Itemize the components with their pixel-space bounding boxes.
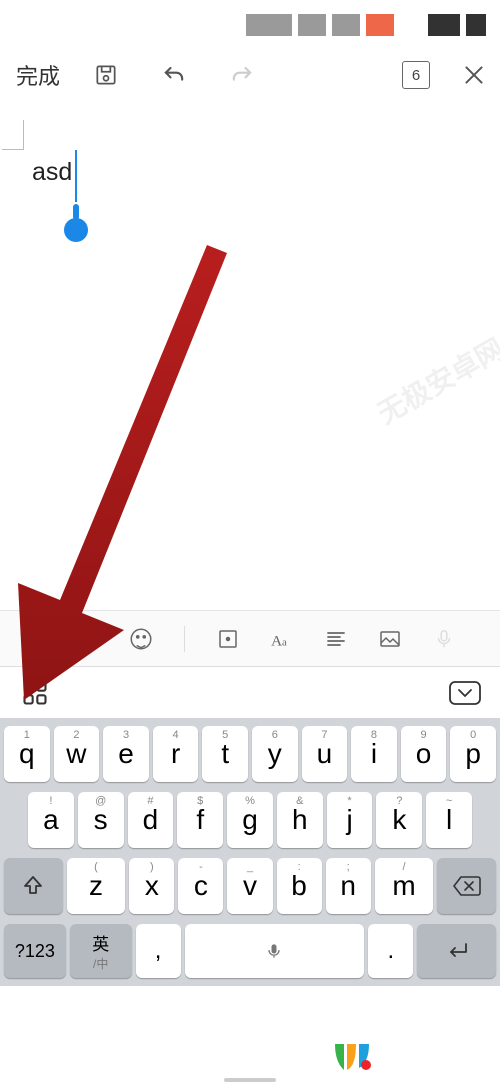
- key-h[interactable]: &h: [277, 792, 323, 848]
- key-f[interactable]: $f: [177, 792, 223, 848]
- key-u[interactable]: 7u: [302, 726, 348, 782]
- handle-bar: [224, 1078, 276, 1082]
- status-block: [428, 14, 460, 36]
- redo-icon[interactable]: [226, 59, 258, 91]
- keyboard-mode-icon[interactable]: [72, 624, 102, 654]
- page-corner-icon: [2, 120, 24, 150]
- lang-primary-label: 英: [92, 930, 109, 955]
- format-toolbar: Aa: [0, 610, 500, 666]
- apps-grid-icon[interactable]: [18, 624, 48, 654]
- keyboard-row-bottom: ?123 英/中 , .: [4, 924, 496, 980]
- key-w[interactable]: 2w: [54, 726, 100, 782]
- text-style-icon[interactable]: Aa: [267, 624, 297, 654]
- save-icon[interactable]: [90, 59, 122, 91]
- key-p[interactable]: 0p: [450, 726, 496, 782]
- brand-url: wjhotelgroup.com: [381, 1063, 486, 1075]
- editor-top-toolbar: 完成 6: [0, 50, 500, 100]
- fullscreen-icon[interactable]: [213, 624, 243, 654]
- status-block: [246, 14, 292, 36]
- key-d[interactable]: #d: [128, 792, 174, 848]
- period-key[interactable]: .: [368, 924, 413, 978]
- key-j[interactable]: *j: [327, 792, 373, 848]
- text-cursor: [75, 150, 77, 202]
- key-t[interactable]: 5t: [202, 726, 248, 782]
- page-count-badge[interactable]: 6: [402, 61, 430, 89]
- key-o[interactable]: 9o: [401, 726, 447, 782]
- svg-text:a: a: [282, 636, 287, 648]
- svg-text:A: A: [271, 632, 282, 649]
- image-insert-icon[interactable]: [375, 624, 405, 654]
- key-b[interactable]: :b: [277, 858, 322, 914]
- keyboard-row-3: (z)x-c_v:b;n/m: [4, 858, 496, 914]
- key-e[interactable]: 3e: [103, 726, 149, 782]
- backspace-key[interactable]: [437, 858, 496, 914]
- editor-text-content: asd: [32, 158, 72, 187]
- comma-key[interactable]: ,: [136, 924, 181, 978]
- brand-watermark: 无极安卓网 wjhotelgroup.com: [331, 1034, 486, 1076]
- collapse-keyboard-icon[interactable]: [448, 676, 482, 710]
- status-block: [366, 14, 394, 36]
- key-g[interactable]: %g: [227, 792, 273, 848]
- undo-icon[interactable]: [158, 59, 190, 91]
- soft-keyboard: 1q2w3e4r5t6y7u8i9o0p !a@s#d$f%g&h*j?k~l …: [0, 718, 500, 986]
- done-button[interactable]: 完成: [10, 59, 66, 91]
- watermark-text: 无极安卓网: [369, 328, 500, 433]
- enter-key[interactable]: [417, 924, 496, 978]
- space-key[interactable]: [185, 924, 365, 978]
- cursor-handle[interactable]: [64, 218, 88, 242]
- symbols-key[interactable]: ?123: [4, 924, 66, 978]
- keyboard-row-1: 1q2w3e4r5t6y7u8i9o0p: [4, 726, 496, 782]
- key-n[interactable]: ;n: [326, 858, 371, 914]
- key-s[interactable]: @s: [78, 792, 124, 848]
- brand-name: 无极安卓网: [381, 1036, 486, 1066]
- shift-key[interactable]: [4, 858, 63, 914]
- status-block: [298, 14, 326, 36]
- close-icon[interactable]: [458, 59, 490, 91]
- editor-canvas[interactable]: asd 无极安卓网: [0, 100, 500, 610]
- key-v[interactable]: _v: [227, 858, 272, 914]
- mic-icon[interactable]: [429, 624, 459, 654]
- key-z[interactable]: (z: [67, 858, 126, 914]
- key-q[interactable]: 1q: [4, 726, 50, 782]
- keyboard-header: [0, 666, 500, 718]
- key-k[interactable]: ?k: [376, 792, 422, 848]
- key-r[interactable]: 4r: [153, 726, 199, 782]
- toolbar-separator: [184, 626, 185, 652]
- lang-secondary-label: /中: [93, 955, 108, 972]
- emoji-icon[interactable]: [126, 624, 156, 654]
- key-y[interactable]: 6y: [252, 726, 298, 782]
- keyboard-apps-icon[interactable]: [18, 676, 52, 710]
- align-icon[interactable]: [321, 624, 351, 654]
- language-key[interactable]: 英/中: [70, 924, 132, 978]
- key-m[interactable]: /m: [375, 858, 434, 914]
- key-c[interactable]: -c: [178, 858, 223, 914]
- key-x[interactable]: )x: [129, 858, 174, 914]
- status-bar: [0, 0, 500, 50]
- status-block: [332, 14, 360, 36]
- status-block: [466, 14, 486, 36]
- key-a[interactable]: !a: [28, 792, 74, 848]
- key-l[interactable]: ~l: [426, 792, 472, 848]
- key-i[interactable]: 8i: [351, 726, 397, 782]
- keyboard-row-2: !a@s#d$f%g&h*j?k~l: [4, 792, 496, 848]
